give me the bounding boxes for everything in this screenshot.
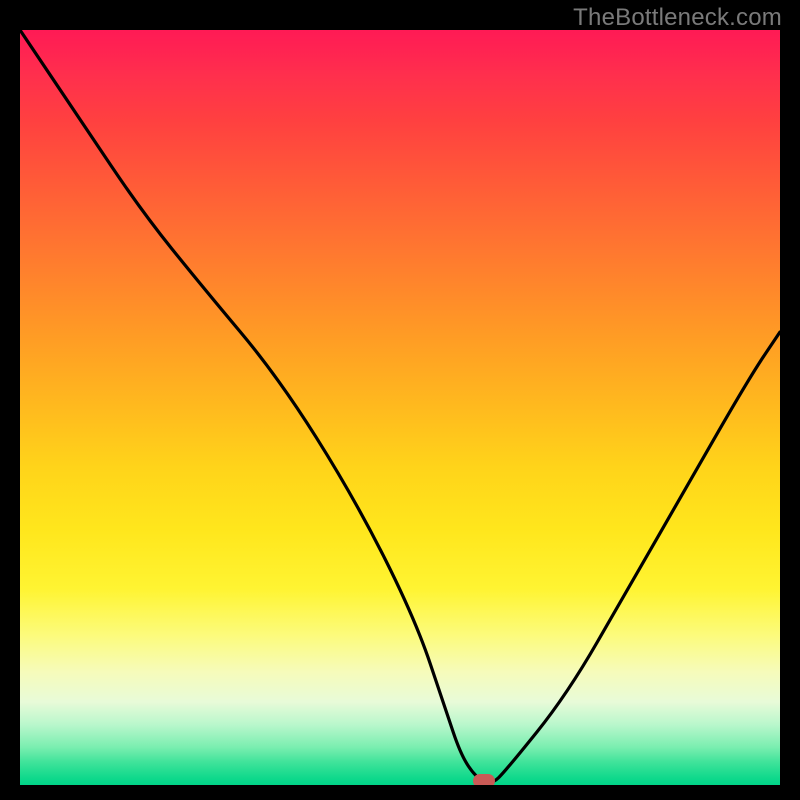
optimal-point-marker <box>473 774 495 785</box>
curve-svg <box>20 30 780 785</box>
watermark-text: TheBottleneck.com <box>573 4 782 32</box>
chart-container: TheBottleneck.com <box>0 0 800 800</box>
plot-area <box>20 30 780 785</box>
bottleneck-curve <box>20 30 780 782</box>
